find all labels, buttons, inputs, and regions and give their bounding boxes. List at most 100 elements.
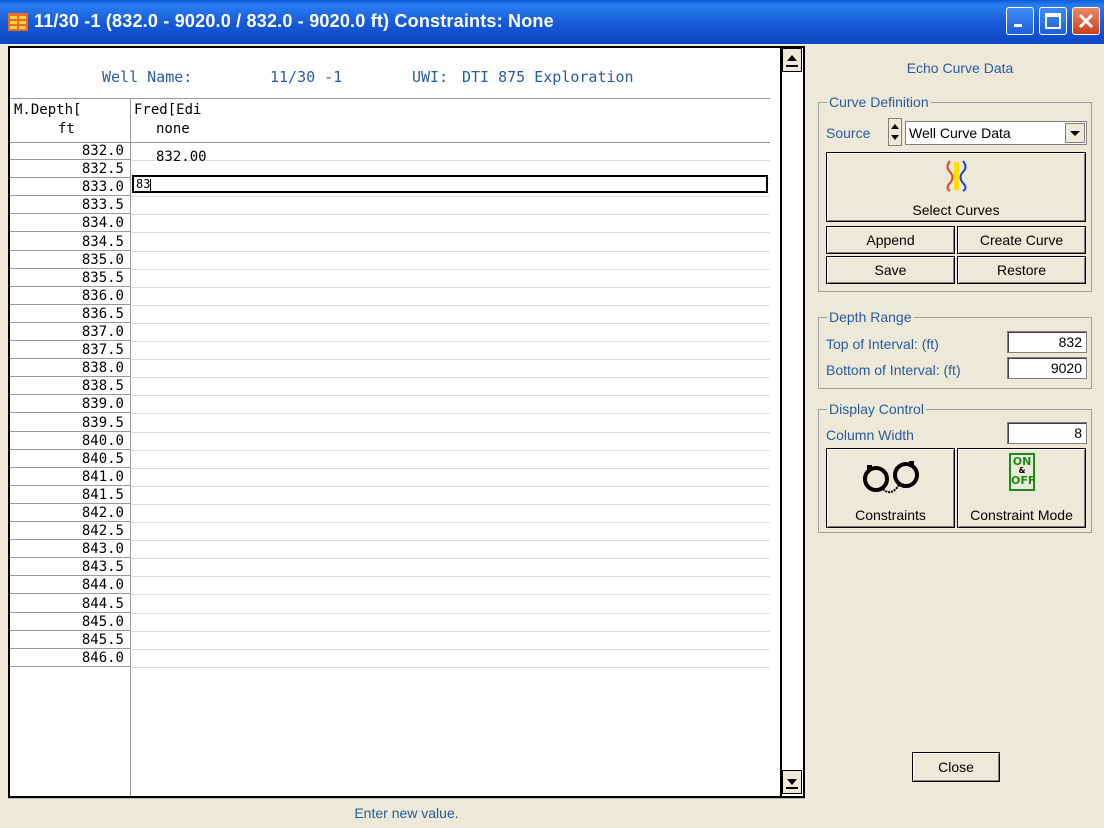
select-curves-button[interactable]: Select Curves [826,152,1086,222]
save-button[interactable]: Save [826,256,955,284]
row-divider [131,666,770,668]
row-divider [131,377,770,379]
row-divider [131,232,770,234]
depth-cell[interactable]: 844.0 [10,577,130,595]
depth-cell[interactable]: 840.0 [10,433,130,450]
depth-cell[interactable]: 837.0 [10,324,130,341]
value-cell[interactable]: 832.00 [156,149,207,165]
constraints-button[interactable]: Constraints [826,448,955,528]
depth-cell[interactable]: 842.0 [10,505,130,522]
constraint-mode-button[interactable]: ON & OFF Constraint Mode [957,448,1086,528]
row-divider [131,322,770,324]
depth-cell[interactable]: 837.5 [10,342,130,360]
depth-cell[interactable]: 840.5 [10,451,130,468]
depth-cell[interactable]: 844.5 [10,596,130,613]
depth-cell[interactable]: 834.5 [10,234,130,251]
depth-cell[interactable]: 841.5 [10,487,130,504]
close-icon [1078,13,1094,29]
row-divider [131,449,770,451]
constraints-label: Constraints [855,507,926,523]
minimize-button[interactable] [1006,7,1034,35]
depth-cell[interactable]: 839.5 [10,415,130,432]
fred-column-title[interactable]: Fred[Edi [134,102,201,118]
app-grid-icon [8,13,28,31]
depth-cell[interactable]: 838.5 [10,378,130,396]
row-divider [131,268,770,270]
depth-cell[interactable]: 843.5 [10,559,130,577]
row-divider [131,160,770,161]
on-off-icon: ON & OFF [1009,453,1035,491]
row-divider [131,413,770,415]
row-divider [131,558,770,560]
title-bar[interactable]: 11/30 -1 (832.0 - 9020.0 / 832.0 - 9020.… [0,0,1104,44]
close-window-button[interactable] [1072,7,1100,35]
bottom-interval-input[interactable]: 9020 [1007,357,1087,379]
maximize-button[interactable] [1039,7,1067,35]
column-width-label: Column Width [826,427,914,443]
close-button[interactable]: Close [912,752,1000,782]
depth-cell[interactable]: 839.0 [10,396,130,414]
status-bar: Enter new value. [8,798,805,827]
uwi-label: UWI: [412,68,449,86]
row-divider [131,359,770,361]
grid-header: Well Name: 11/30 -1 UWI: DTI 875 Explora… [10,48,770,94]
data-grid[interactable]: Well Name: 11/30 -1 UWI: DTI 875 Explora… [8,46,805,798]
depth-cell[interactable]: 835.5 [10,270,130,287]
depth-cell[interactable]: 845.5 [10,632,130,649]
source-value: Well Curve Data [909,125,1011,141]
row-divider [131,648,770,650]
text-cursor [150,178,152,191]
header-divider [10,98,770,99]
row-divider [131,540,770,542]
depth-cell[interactable]: 833.5 [10,197,130,215]
spinner-arrows-icon [891,124,899,140]
top-interval-input[interactable]: 832 [1007,331,1087,353]
row-divider [131,522,770,523]
column-divider [130,98,131,796]
depth-cell[interactable]: 846.0 [10,650,130,667]
depth-range-label: Depth Range [827,309,914,325]
echo-curve-window: 11/30 -1 (832.0 - 9020.0 / 832.0 - 9020.… [0,0,1104,828]
row-divider [131,485,770,487]
row-divider [131,467,770,469]
restore-button[interactable]: Restore [957,256,1086,284]
display-control-label: Display Control [827,401,926,417]
constraint-mode-label: Constraint Mode [970,507,1073,523]
depth-cell[interactable]: 836.0 [10,288,130,305]
chevron-down-icon [1070,131,1080,136]
row-divider [131,431,770,433]
depth-column-title[interactable]: M.Depth[ [14,102,81,118]
depth-cell[interactable]: 843.0 [10,541,130,559]
depth-cell[interactable]: 835.0 [10,252,130,269]
source-spinner[interactable] [888,118,902,146]
depth-cell[interactable]: 834.0 [10,215,130,233]
row-divider [131,304,770,306]
depth-cell[interactable]: 832.5 [10,161,130,179]
edit-cell-input[interactable]: 83 [132,175,768,193]
scroll-up-button[interactable] [782,48,802,72]
depth-cell[interactable]: 838.0 [10,360,130,378]
depth-cell[interactable]: 836.5 [10,306,130,323]
create-curve-button[interactable]: Create Curve [957,226,1086,254]
source-dropdown-button[interactable] [1065,123,1085,143]
source-select[interactable]: Well Curve Data [905,121,1087,145]
column-width-input[interactable]: 8 [1007,422,1087,444]
vertical-scrollbar[interactable] [780,48,802,796]
curves-icon [946,160,967,192]
well-name-value: 11/30 -1 [270,68,343,86]
source-label: Source [826,125,871,141]
depth-cell[interactable]: 845.0 [10,614,130,631]
row-divider [131,576,770,578]
append-button[interactable]: Append [826,226,955,254]
depth-cell[interactable]: 832.0 [10,143,130,160]
row-divider [131,630,770,632]
row-divider [131,612,770,614]
scroll-down-button[interactable] [782,770,802,794]
scroll-down-icon [786,779,798,789]
depth-cell[interactable]: 842.5 [10,523,130,541]
off-text: OFF [1011,474,1036,487]
depth-cell[interactable]: 841.0 [10,469,130,486]
edit-cell-text: 83 [136,177,151,191]
well-name-label: Well Name: [102,68,193,86]
depth-cell[interactable]: 833.0 [10,179,130,197]
